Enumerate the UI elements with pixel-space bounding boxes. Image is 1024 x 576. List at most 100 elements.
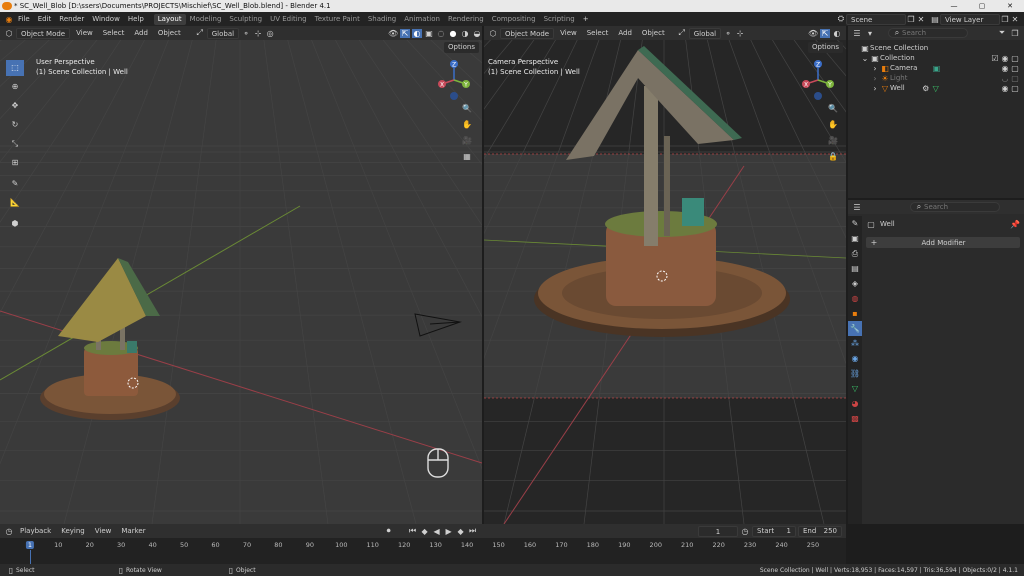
chevron-right-icon[interactable]: › [870, 64, 880, 73]
jump-keyframe-forward-icon[interactable]: ◆ [456, 527, 466, 536]
data-tab-icon[interactable]: ▽ [848, 381, 862, 396]
particles-tab-icon[interactable]: ⁂ [848, 336, 862, 351]
visibility-icon[interactable]: 👁 [388, 29, 398, 38]
timeline-ruler[interactable]: 1 10 20 30 40 50 60 70 80 90 100 110 120 130 140 150 160… [0, 538, 846, 564]
menu-add[interactable]: Add [614, 28, 636, 39]
minimize-button[interactable]: — [940, 2, 968, 10]
overlay-toggle-icon[interactable]: ◐ [412, 28, 422, 38]
transform-orientation-dropdown[interactable]: Global [206, 27, 240, 39]
tab-layout[interactable]: Layout [153, 13, 186, 25]
playback-menu[interactable]: Playback [16, 526, 55, 537]
maximize-button[interactable]: ▢ [968, 2, 996, 10]
play-reverse-icon[interactable]: ◀ [432, 527, 442, 536]
object-mode-dropdown[interactable]: Object Mode [500, 27, 555, 39]
tool-tab-icon[interactable]: ✎ [848, 216, 862, 231]
outliner-item-well[interactable]: › ▽ Well ⚙ ▽ ◉ ▢ [848, 83, 1024, 93]
keying-menu[interactable]: Keying [57, 526, 89, 537]
tab-scripting[interactable]: Scripting [540, 14, 579, 25]
view-layer-selector[interactable]: View Layer [940, 13, 1000, 25]
object-mode-dropdown[interactable]: Object Mode [16, 27, 71, 39]
scene-icon[interactable]: ⛭ [836, 14, 846, 24]
texture-tab-icon[interactable]: ▩ [848, 411, 862, 426]
marker-menu[interactable]: Marker [117, 526, 149, 537]
chevron-right-icon[interactable]: › [870, 84, 880, 93]
editor-type-icon[interactable]: ⬡ [4, 29, 14, 38]
menu-edit[interactable]: Edit [34, 14, 56, 25]
cursor-tool-icon[interactable]: ⊕ [6, 79, 24, 95]
view-menu[interactable]: View [91, 526, 116, 537]
jump-keyframe-back-icon[interactable]: ◆ [420, 527, 430, 536]
snap-icon[interactable]: ⊹ [253, 29, 263, 38]
end-frame-field[interactable]: End 250 [798, 525, 842, 537]
perspective-toggle-icon[interactable]: ▦ [462, 152, 472, 168]
properties-search[interactable]: ⌕ Search [910, 202, 1000, 212]
menu-object[interactable]: Object [154, 28, 185, 39]
select-box-tool-icon[interactable]: ⬚ [6, 60, 24, 76]
menu-object[interactable]: Object [638, 28, 669, 39]
add-workspace-button[interactable]: + [579, 14, 593, 25]
view-layer-tab-icon[interactable]: ▤ [848, 261, 862, 276]
gizmo-toggle-icon[interactable]: ⇱ [400, 28, 410, 38]
view-layer-icon[interactable]: ▤ [930, 15, 940, 24]
zoom-icon[interactable]: 🔍 [828, 104, 838, 120]
material-tab-icon[interactable]: ◕ [848, 396, 862, 411]
output-tab-icon[interactable]: ⎙ [848, 246, 862, 261]
add-modifier-button[interactable]: + Add Modifier [866, 237, 1020, 248]
transform-tool-icon[interactable]: ⊞ [6, 155, 24, 171]
outliner-item-collection[interactable]: ⌄ ▣ Collection ☑ ◉ ▢ [848, 53, 1024, 63]
transform-orientation-icon[interactable]: ⤢ [677, 28, 687, 38]
gizmo-toggle-icon[interactable]: ⇱ [820, 28, 830, 38]
pan-hand-icon[interactable]: ✋ [828, 120, 838, 136]
menu-select[interactable]: Select [583, 28, 613, 39]
outliner-item-camera[interactable]: › ◧ Camera ▣ ◉ ▢ [848, 63, 1024, 73]
camera-render-icon[interactable]: ▢ [1010, 64, 1020, 73]
eye-icon[interactable]: ◉ [1000, 84, 1010, 93]
outliner-item-scene-collection[interactable]: ▣ Scene Collection [848, 43, 1024, 53]
camera-view-icon[interactable]: 🎥 [462, 136, 472, 152]
pivot-icon[interactable]: ⚬ [241, 29, 251, 38]
tab-shading[interactable]: Shading [364, 14, 400, 25]
menu-add[interactable]: Add [130, 28, 152, 39]
options-button[interactable]: Options [808, 42, 844, 53]
modifier-tab-icon[interactable]: 🔧 [848, 321, 862, 336]
menu-view[interactable]: View [72, 28, 97, 39]
menu-window[interactable]: Window [88, 14, 124, 25]
tab-sculpting[interactable]: Sculpting [225, 14, 266, 25]
menu-file[interactable]: File [14, 14, 34, 25]
eye-closed-icon[interactable]: ◡ [1000, 74, 1010, 83]
chevron-right-icon[interactable]: › [870, 74, 880, 83]
pivot-icon[interactable]: ⚬ [723, 29, 733, 38]
tab-compositing[interactable]: Compositing [488, 14, 540, 25]
scene-tab-icon[interactable]: ◈ [848, 276, 862, 291]
menu-render[interactable]: Render [55, 14, 88, 25]
editor-type-icon[interactable]: ⬡ [488, 29, 498, 38]
annotate-tool-icon[interactable]: ✎ [6, 176, 24, 192]
tab-uv-editing[interactable]: UV Editing [266, 14, 311, 25]
copy-scene-icon[interactable]: ❐ [906, 15, 916, 24]
world-tab-icon[interactable]: ◍ [848, 291, 862, 306]
editor-type-icon[interactable]: ☰ [852, 29, 862, 38]
left-viewport[interactable]: ⬡ Object Mode View Select Add Object ⤢ G… [0, 26, 482, 524]
camera-render-icon[interactable]: ▢ [1010, 84, 1020, 93]
close-button[interactable]: ✕ [996, 2, 1024, 10]
move-tool-icon[interactable]: ✥ [6, 98, 24, 114]
transform-orientation-icon[interactable]: ⤢ [195, 28, 205, 38]
constraints-tab-icon[interactable]: ⛓ [848, 366, 862, 381]
display-mode-icon[interactable]: ▾ [865, 29, 875, 38]
camera-view-icon[interactable]: 🎥 [828, 136, 838, 152]
rendered-shading-icon[interactable]: ◒ [472, 29, 482, 38]
preview-range-icon[interactable]: ◷ [740, 527, 750, 536]
jump-end-icon[interactable]: ⏭ [468, 526, 478, 536]
editor-type-icon[interactable]: ☰ [852, 203, 862, 212]
delete-scene-icon[interactable]: ✕ [916, 15, 926, 24]
overlay-toggle-icon[interactable]: ◐ [832, 29, 842, 38]
new-collection-icon[interactable]: ❐ [1010, 29, 1020, 38]
tab-rendering[interactable]: Rendering [444, 14, 488, 25]
blender-menu-icon[interactable]: ◉ [4, 15, 14, 24]
play-icon[interactable]: ▶ [444, 527, 454, 536]
right-viewport[interactable]: ⬡ Object Mode View Select Add Object ⤢ G… [484, 26, 846, 524]
auto-key-icon[interactable]: ⏺ [384, 526, 394, 536]
scale-tool-icon[interactable]: ⤡ [6, 136, 24, 152]
filter-icon[interactable]: ⏷ [997, 28, 1007, 38]
editor-type-icon[interactable]: ◷ [4, 527, 14, 536]
